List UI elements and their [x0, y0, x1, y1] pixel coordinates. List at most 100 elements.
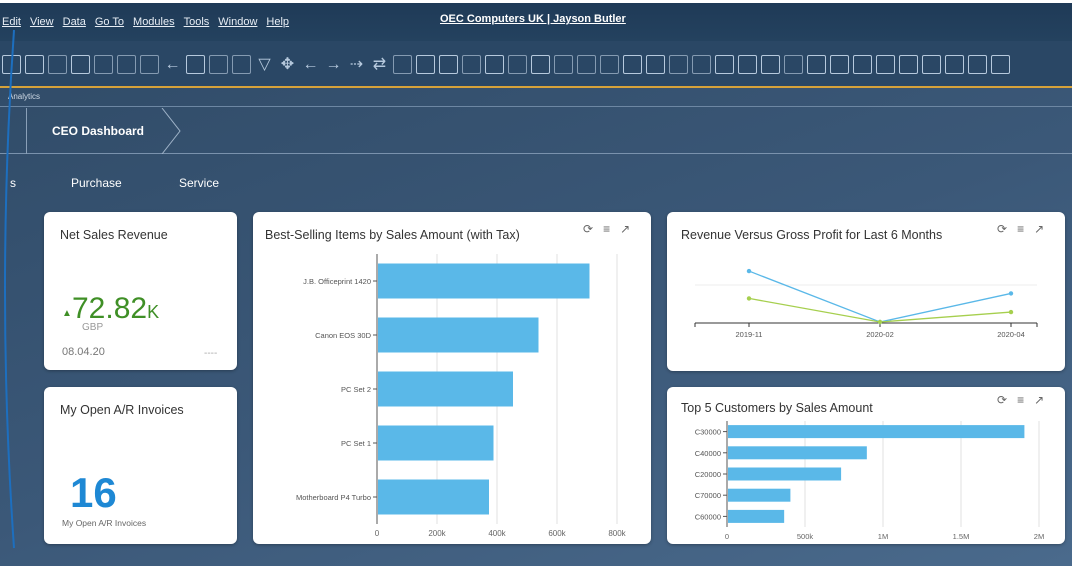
- window-title: OEC Computers UK | Jayson Butler: [440, 13, 626, 25]
- toolbar-button-icon[interactable]: [140, 54, 159, 74]
- menu-item-go-to[interactable]: Go To: [95, 16, 124, 28]
- bar: [378, 371, 513, 407]
- toolbar-button-icon[interactable]: [646, 54, 665, 74]
- toolbar-button-icon[interactable]: [508, 54, 527, 74]
- toolbar-button-icon[interactable]: [393, 54, 412, 74]
- x-tick-label: 800k: [608, 529, 626, 538]
- toolbar-button-icon[interactable]: [485, 54, 504, 74]
- toolbar-button-icon[interactable]: [968, 54, 987, 74]
- toolbar-button-icon[interactable]: [554, 54, 573, 74]
- x-tick-label: 2020-04: [997, 330, 1025, 339]
- toolbar-button-icon[interactable]: [48, 54, 67, 74]
- toolbar-button-icon[interactable]: [186, 54, 205, 74]
- x-tick-label: 400k: [488, 529, 506, 538]
- series-point: [746, 296, 752, 301]
- toolbar-button-icon[interactable]: [922, 54, 941, 74]
- open-invoices-label: My Open A/R Invoices: [62, 518, 147, 528]
- toolbar-button-icon[interactable]: ⇢: [347, 55, 366, 74]
- trend-up-icon: ▲: [62, 308, 72, 319]
- toolbar-button-icon[interactable]: [692, 54, 711, 74]
- x-tick-label: 600k: [548, 529, 566, 538]
- category-label: PC Set 2: [341, 385, 371, 394]
- toolbar-button-icon[interactable]: [25, 54, 44, 74]
- kpi-trend-placeholder: ----: [204, 348, 218, 359]
- toolbar-button-icon[interactable]: [232, 54, 251, 74]
- menu-item-tools[interactable]: Tools: [184, 16, 210, 28]
- best-selling-card[interactable]: Best-Selling Items by Sales Amount (with…: [253, 212, 651, 544]
- toolbar-button-icon[interactable]: [991, 54, 1010, 74]
- card-title: My Open A/R Invoices: [60, 403, 184, 417]
- toolbar-button-icon[interactable]: [830, 54, 849, 74]
- toolbar-button-icon[interactable]: [761, 54, 780, 74]
- toolbar-button-icon[interactable]: →: [324, 55, 343, 74]
- menu-item-data[interactable]: Data: [63, 16, 86, 28]
- toolbar-button-icon[interactable]: [876, 54, 895, 74]
- x-tick-label: 1M: [878, 532, 888, 541]
- toolbar-button-icon[interactable]: [94, 54, 113, 74]
- toolbar-button-icon[interactable]: [945, 54, 964, 74]
- toolbar-button-icon[interactable]: [853, 54, 872, 74]
- menu-items: Edit View Data Go To Modules Tools Window Help: [0, 16, 289, 28]
- toolbar-button-icon[interactable]: [439, 54, 458, 74]
- toolbar-button-icon[interactable]: [71, 54, 90, 74]
- breadcrumb-divider: [26, 108, 27, 154]
- toolbar-button-icon[interactable]: [577, 54, 596, 74]
- x-tick-label: 0: [725, 532, 729, 541]
- toolbar-button-icon[interactable]: ▽: [255, 55, 274, 74]
- x-tick-label: 2019-11: [736, 330, 763, 339]
- breadcrumb-current[interactable]: CEO Dashboard: [52, 124, 144, 138]
- kpi-currency: GBP: [82, 322, 104, 333]
- toolbar-button-icon[interactable]: [669, 54, 688, 74]
- toolbar-button-icon[interactable]: [715, 54, 734, 74]
- bar: [728, 425, 1025, 439]
- toolbar-button-icon[interactable]: [117, 54, 136, 74]
- toolbar-button-icon[interactable]: [738, 54, 757, 74]
- toolbar-button-icon[interactable]: [462, 54, 481, 74]
- top-customers-chart: 0 500k 1M 1.5M 2M C30000 C40000 C20000 C70000 C60…: [695, 421, 1044, 541]
- x-tick-label: 0: [375, 529, 380, 538]
- toolbar-button-icon[interactable]: [784, 54, 803, 74]
- toolbar: ← ▽ ✥ ← → ⇢ ⇄: [0, 41, 1072, 87]
- open-ar-card[interactable]: My Open A/R Invoices 16 My Open A/R Invo…: [44, 387, 237, 544]
- series-line: [748, 270, 1012, 323]
- kpi-date: 08.04.20: [62, 346, 105, 358]
- window-edge-decoration: [4, 29, 15, 549]
- toolbar-button-icon[interactable]: ←: [163, 55, 182, 74]
- series-point: [746, 268, 752, 274]
- toolbar-button-icon[interactable]: ⇄: [370, 55, 389, 74]
- best-selling-chart: 0 200k 400k 600k 800k J.B. Officeprint 1420 Ca…: [296, 254, 627, 538]
- menu-item-view[interactable]: View: [30, 16, 54, 28]
- tab-purchase[interactable]: Purchase: [71, 176, 122, 190]
- tab-service[interactable]: Service: [179, 176, 219, 190]
- breadcrumb: CEO Dashboard: [0, 108, 1072, 154]
- category-label: C20000: [695, 470, 721, 479]
- toolbar-button-icon[interactable]: [899, 54, 918, 74]
- accent-line: [0, 86, 1072, 88]
- bar: [728, 467, 842, 481]
- x-tick-label: 1.5M: [953, 532, 970, 541]
- toolbar-button-icon[interactable]: [531, 54, 550, 74]
- toolbar-button-icon[interactable]: [807, 54, 826, 74]
- top-customers-card[interactable]: Top 5 Customers by Sales Amount ⟳ ≡ ↗ 05…: [667, 387, 1065, 544]
- divider: [0, 106, 1072, 107]
- category-label: Canon EOS 30D: [315, 331, 371, 340]
- menu-item-window[interactable]: Window: [218, 16, 257, 28]
- series-point: [1008, 309, 1014, 315]
- net-sales-card[interactable]: Net Sales Revenue ▲ 72.82K GBP 08.04.20 …: [44, 212, 237, 370]
- bar: [378, 317, 539, 353]
- revenue-gp-card[interactable]: Revenue Versus Gross Profit for Last 6 M…: [667, 212, 1065, 371]
- toolbar-button-icon[interactable]: [209, 54, 228, 74]
- menu-item-modules[interactable]: Modules: [133, 16, 175, 28]
- menu-item-help[interactable]: Help: [266, 16, 289, 28]
- category-label: Motherboard P4 Turbo: [296, 493, 371, 502]
- x-tick-label: 200k: [428, 529, 446, 538]
- x-tick-label: 500k: [797, 532, 814, 541]
- bar: [728, 488, 791, 502]
- kpi-unit: K: [147, 302, 160, 322]
- toolbar-button-icon[interactable]: [623, 54, 642, 74]
- toolbar-button-icon[interactable]: ←: [301, 55, 320, 74]
- toolbar-button-icon[interactable]: [600, 54, 619, 74]
- toolbar-button-icon[interactable]: [416, 54, 435, 74]
- toolbar-button-icon[interactable]: ✥: [278, 55, 297, 74]
- x-tick-label: 2020-02: [866, 330, 894, 339]
